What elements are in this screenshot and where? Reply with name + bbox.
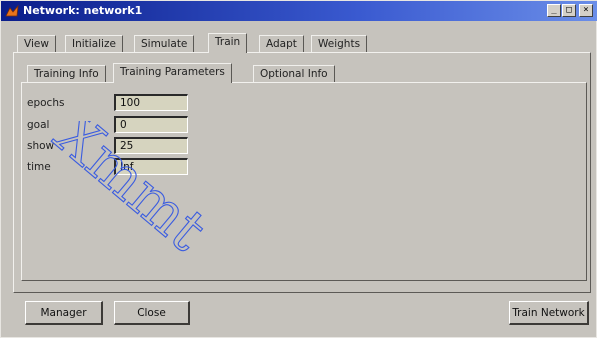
epochs-field[interactable] <box>114 94 188 111</box>
minimize-button[interactable]: _ <box>547 4 561 17</box>
training-parameters-panel <box>21 82 587 281</box>
goal-field[interactable] <box>114 116 188 133</box>
tab-initialize[interactable]: Initialize <box>65 35 123 53</box>
goal-label: goal <box>27 119 50 131</box>
subtab-training-info[interactable]: Training Info <box>27 65 106 83</box>
manager-button[interactable]: Manager <box>25 301 103 325</box>
show-label: show <box>27 140 55 152</box>
tab-simulate[interactable]: Simulate <box>134 35 195 53</box>
show-field[interactable] <box>114 137 188 154</box>
time-label: time <box>27 161 51 173</box>
close-button[interactable]: Close <box>114 301 190 325</box>
close-window-button[interactable]: × <box>579 4 593 17</box>
subtab-training-parameters[interactable]: Training Parameters <box>113 63 232 83</box>
tab-train[interactable]: Train <box>208 33 248 53</box>
window-title: Network: network1 <box>23 4 143 17</box>
matlab-app-icon <box>5 4 19 17</box>
maximize-button[interactable]: □ <box>562 4 576 17</box>
time-field[interactable] <box>114 158 188 175</box>
subtab-optional-info[interactable]: Optional Info <box>253 65 335 83</box>
tab-adapt[interactable]: Adapt <box>259 35 304 53</box>
epochs-label: epochs <box>27 97 65 109</box>
title-bar[interactable]: Network: network1 _ □ × <box>1 1 597 21</box>
train-network-button[interactable]: Train Network <box>509 301 589 325</box>
tab-view[interactable]: View <box>17 35 56 53</box>
network-window: Network: network1 _ □ × View Initialize … <box>0 0 597 338</box>
tab-weights[interactable]: Weights <box>311 35 368 53</box>
